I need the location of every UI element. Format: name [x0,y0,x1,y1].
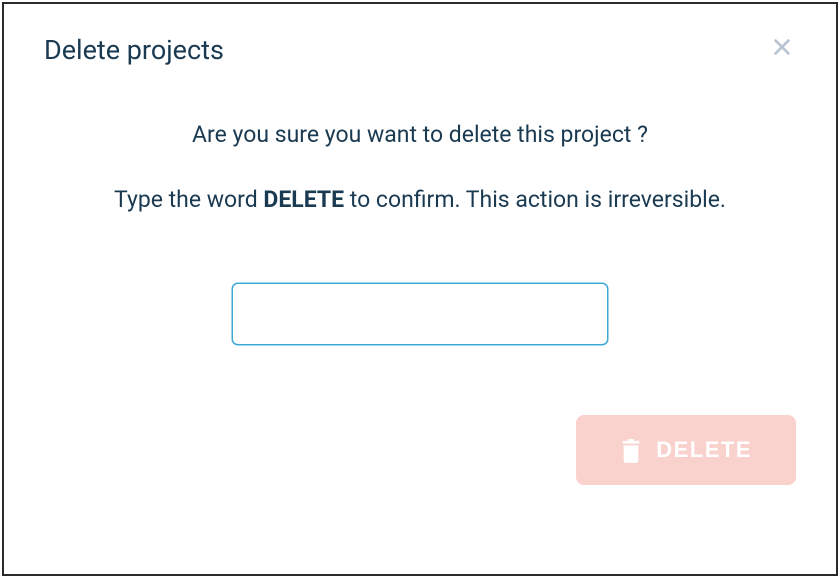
instruction-prefix: Type the word [114,186,263,213]
delete-button-label: DELETE [656,437,752,463]
close-button[interactable] [768,34,796,62]
delete-button[interactable]: DELETE [576,415,796,485]
instruction-text: Type the word DELETE to confirm. This ac… [44,186,796,213]
close-icon [771,36,793,61]
dialog-header: Delete projects [44,34,796,66]
trash-icon [620,437,642,463]
confirm-question: Are you sure you want to delete this pro… [44,121,796,148]
dialog-body: Are you sure you want to delete this pro… [44,121,796,485]
dialog-footer: DELETE [44,415,796,485]
delete-dialog: Delete projects Are you sure you want to… [2,2,838,576]
confirm-input[interactable] [232,283,608,345]
instruction-keyword: DELETE [263,186,344,213]
dialog-title: Delete projects [44,34,224,66]
input-wrapper [44,283,796,345]
instruction-suffix: to confirm. This action is irreversible. [344,186,726,213]
